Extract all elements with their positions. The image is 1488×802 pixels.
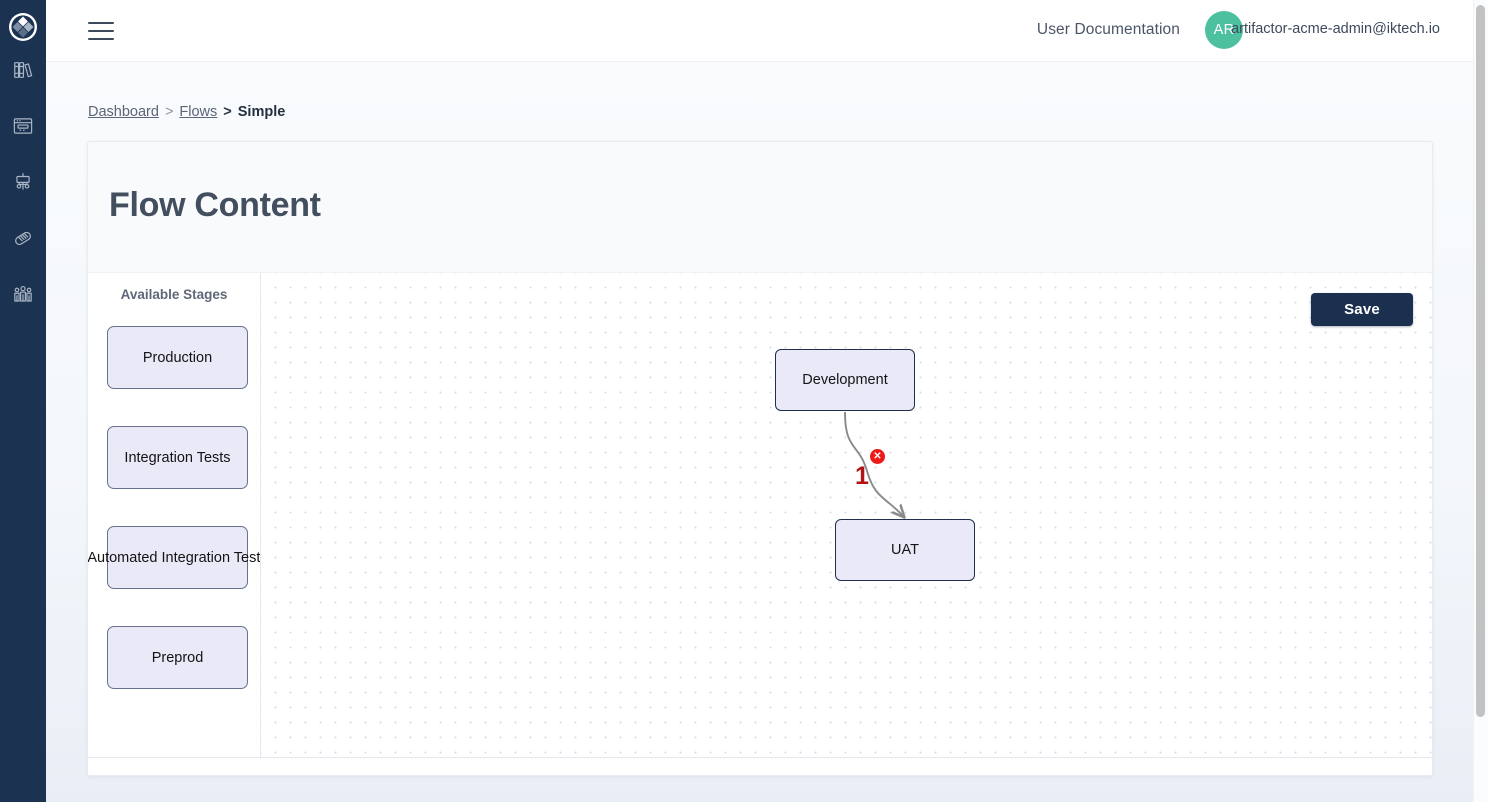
flow-node-uat[interactable]: UAT (835, 519, 975, 581)
breadcrumb-separator: > (164, 104, 174, 120)
user-email-label: artifactor-acme-admin@iktech.io (1231, 21, 1440, 37)
card-footer (88, 757, 1432, 775)
left-nav-rail (0, 0, 46, 802)
stage-chip-production[interactable]: Production (107, 326, 248, 389)
stage-chip-label: Integration Tests (124, 449, 231, 466)
flow-edge-layer (844, 411, 1432, 757)
stage-chip-preprod[interactable]: Preprod (107, 626, 248, 689)
stage-chip-automated-integration-tests[interactable]: Automated Integration Tests (88, 526, 260, 589)
library-books-icon (12, 59, 34, 81)
available-stages-panel: Available Stages Production Integration … (88, 273, 261, 757)
stage-chip-label: Preprod (151, 649, 204, 666)
stage-chip-label: Automated Integration Tests (88, 549, 261, 566)
flow-edge-label[interactable]: 1 (855, 464, 869, 489)
flow-network-icon (12, 171, 34, 193)
vertical-scrollbar[interactable] (1473, 0, 1488, 802)
card-header: Flow Content (88, 142, 1432, 273)
breadcrumb: Dashboard > Flows > Simple (88, 104, 285, 120)
top-bar: User Documentation AR artifactor-acme-ad… (46, 0, 1488, 62)
diamond-quadrant-logo[interactable] (8, 12, 38, 42)
stage-chip-integration-tests[interactable]: Integration Tests (107, 426, 248, 489)
page-title: Flow Content (109, 186, 321, 224)
flow-node-development[interactable]: Development (775, 349, 915, 411)
breadcrumb-item-current: Simple (237, 104, 286, 120)
browser-window-icon (12, 115, 34, 137)
flow-node-label: UAT (891, 542, 919, 558)
breadcrumb-separator: > (223, 104, 232, 120)
app-root: User Documentation AR artifactor-acme-ad… (0, 0, 1488, 802)
flow-canvas[interactable]: Save 1 ✕ Development UAT (261, 273, 1432, 757)
sidebar-item-users[interactable] (0, 266, 46, 322)
people-group-icon (12, 283, 34, 305)
sidebar-item-builds[interactable] (0, 98, 46, 154)
save-button[interactable]: Save (1311, 293, 1413, 326)
breadcrumb-item-flows[interactable]: Flows (179, 104, 217, 120)
available-stages-title: Available Stages (120, 287, 228, 302)
close-circle-icon[interactable]: ✕ (870, 449, 885, 464)
page-body: Dashboard > Flows > Simple Flow Content Avai… (46, 62, 1488, 802)
hamburger-menu-icon[interactable] (88, 20, 116, 42)
sidebar-item-repositories[interactable] (0, 42, 46, 98)
sidebar-item-flows[interactable] (0, 154, 46, 210)
flow-editor: Available Stages Production Integration … (88, 273, 1432, 757)
stage-chip-label: Production (142, 349, 213, 366)
user-documentation-link[interactable]: User Documentation (1037, 21, 1180, 39)
flow-edge-path (844, 411, 904, 517)
flow-content-card: Flow Content Available Stages Production… (87, 141, 1433, 776)
paperclip-icon (12, 227, 34, 249)
flow-node-label: Development (802, 372, 888, 388)
breadcrumb-item-dashboard[interactable]: Dashboard (88, 104, 159, 120)
scrollbar-thumb[interactable] (1476, 5, 1485, 717)
sidebar-item-artifacts[interactable] (0, 210, 46, 266)
